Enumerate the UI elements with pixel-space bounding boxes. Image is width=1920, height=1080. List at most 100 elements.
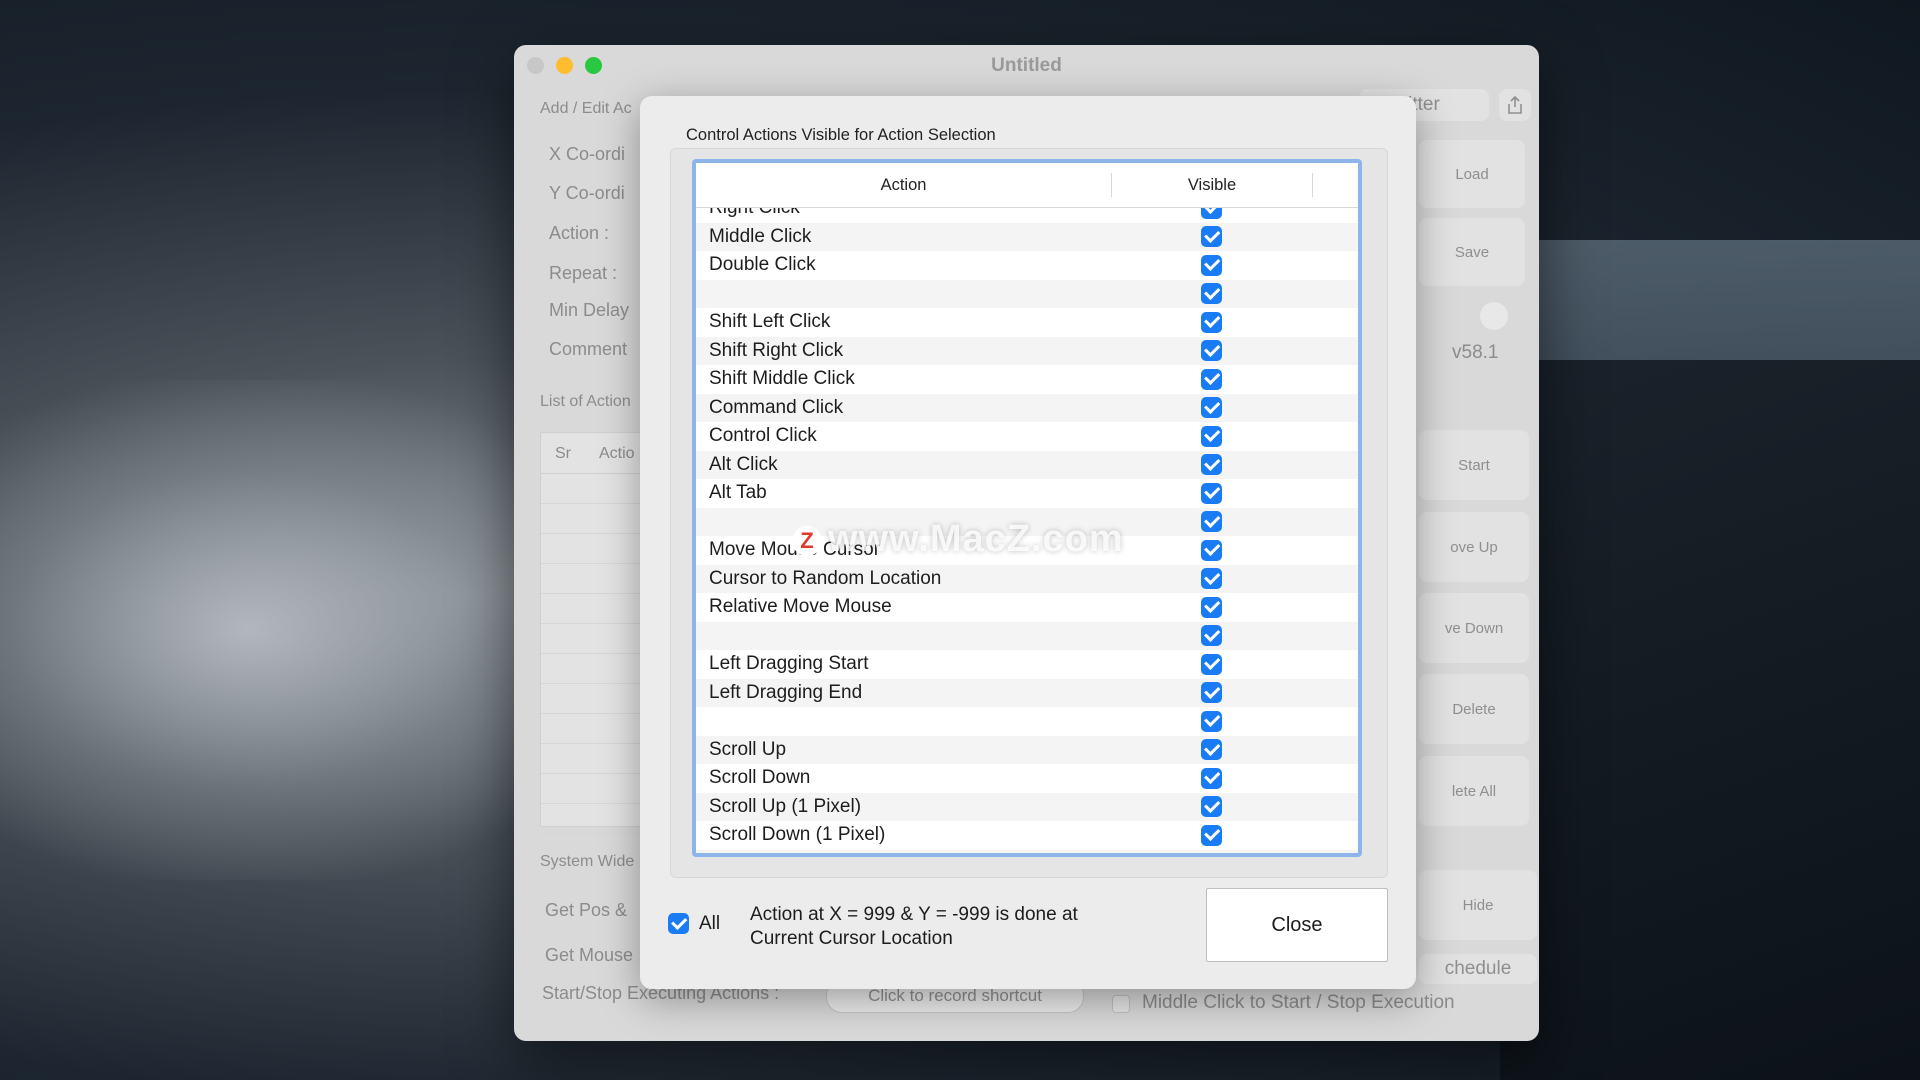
action-name-cell: Middle Click (709, 225, 812, 247)
table-row[interactable]: Command Click (696, 393, 1358, 422)
visible-cell (1111, 208, 1311, 219)
visible-cell (1111, 824, 1311, 846)
visible-cell (1111, 283, 1311, 305)
visible-checkbox[interactable] (1200, 208, 1222, 219)
visible-checkbox[interactable] (1200, 226, 1222, 248)
delete-button[interactable]: Delete (1419, 674, 1529, 744)
all-label: All (699, 913, 721, 934)
share-icon (1508, 96, 1522, 114)
list-of-actions-label: List of Action (540, 393, 631, 410)
column-header-visible[interactable]: Visible (1112, 173, 1313, 197)
action-name-cell: Relative Move Mouse (709, 596, 892, 618)
action-name-cell: Scroll Up (1 Pixel) (709, 795, 862, 817)
table-row[interactable] (696, 849, 1358, 857)
table-row[interactable]: Cursor to Random Location (696, 564, 1358, 593)
visible-checkbox[interactable] (1200, 425, 1222, 447)
visible-cell (1111, 311, 1311, 333)
visible-checkbox[interactable] (1200, 710, 1222, 732)
table-row[interactable]: Alt Tab (696, 479, 1358, 508)
hide-button[interactable]: Hide (1419, 870, 1537, 940)
table-row[interactable]: Scroll Down (696, 764, 1358, 793)
get-mouse-label: Get Mouse (545, 945, 634, 965)
visible-checkbox[interactable] (1200, 368, 1222, 390)
visible-checkbox[interactable] (1200, 682, 1222, 704)
visible-checkbox[interactable] (1201, 853, 1222, 857)
y-coordinate-label: Y Co-ordi (549, 183, 625, 203)
move-down-button[interactable]: ve Down (1419, 593, 1529, 663)
table-row[interactable]: Left Dragging Start (696, 650, 1358, 679)
visible-checkbox[interactable] (1200, 254, 1222, 276)
table-row[interactable]: Shift Middle Click (696, 365, 1358, 394)
repeat-label: Repeat : (549, 263, 618, 283)
actions-visibility-table[interactable]: Action Visible Right Click Middle Click Do… (692, 159, 1362, 857)
table-row[interactable]: Relative Move Mouse (696, 593, 1358, 622)
visible-cell (1111, 682, 1311, 704)
visible-checkbox[interactable] (1200, 596, 1222, 618)
visible-checkbox[interactable] (1200, 824, 1222, 846)
watermark-text: www.MacZ.com (828, 518, 1124, 560)
visible-checkbox[interactable] (1200, 739, 1222, 761)
visible-cell (1111, 368, 1311, 390)
visible-cell (1111, 454, 1311, 476)
visible-checkbox[interactable] (1200, 767, 1222, 789)
table-row[interactable] (696, 707, 1358, 736)
table-row[interactable] (696, 621, 1358, 650)
delete-all-button[interactable]: lete All (1419, 756, 1529, 826)
visible-checkbox[interactable] (1200, 625, 1222, 647)
toggle-knob[interactable] (1480, 302, 1508, 330)
table-row[interactable]: Shift Right Click (696, 336, 1358, 365)
move-up-button[interactable]: ove Up (1419, 512, 1529, 582)
close-button[interactable]: Close (1206, 888, 1388, 962)
visible-checkbox[interactable] (1200, 568, 1222, 590)
visible-checkbox[interactable] (1200, 283, 1222, 305)
visible-checkbox[interactable] (1200, 340, 1222, 362)
action-name-cell: Left Dragging End (709, 681, 863, 703)
table-row[interactable]: Left Dragging End (696, 678, 1358, 707)
table-row[interactable]: Scroll Up (1 Pixel) (696, 792, 1358, 821)
middle-click-checkbox[interactable] (1112, 995, 1130, 1013)
visible-checkbox[interactable] (1200, 796, 1222, 818)
action-name-cell: Scroll Down (1 Pixel) (709, 824, 886, 846)
visible-cell (1111, 796, 1311, 818)
visible-checkbox[interactable] (1200, 311, 1222, 333)
schedule-button[interactable]: chedule (1419, 954, 1537, 984)
action-name-cell: Scroll Up (709, 738, 787, 760)
system-wide-label: System Wide (540, 853, 635, 870)
table-row[interactable]: Control Click (696, 422, 1358, 451)
all-checkbox[interactable] (668, 913, 689, 934)
table-row[interactable]: Scroll Up (696, 735, 1358, 764)
visible-cell (1111, 425, 1311, 447)
action-name-cell: Alt Tab (709, 482, 767, 504)
visible-cell (1111, 739, 1311, 761)
visible-cell (1111, 397, 1311, 419)
action-name-cell: Scroll Down (709, 767, 811, 789)
visible-checkbox[interactable] (1200, 539, 1222, 561)
table-row[interactable]: Middle Click (696, 222, 1358, 251)
watermark-logo: Z (792, 526, 822, 556)
visible-checkbox[interactable] (1200, 482, 1222, 504)
table-row[interactable]: Alt Click (696, 450, 1358, 479)
action-name-cell: Alt Click (709, 453, 778, 475)
table-row[interactable]: Double Click (696, 251, 1358, 280)
visible-cell (1111, 710, 1311, 732)
action-name-cell: Left Dragging Start (709, 653, 869, 675)
get-pos-label: Get Pos & (545, 900, 628, 920)
start-button[interactable]: Start (1419, 430, 1529, 500)
save-button[interactable]: Save (1419, 218, 1525, 286)
visible-checkbox[interactable] (1200, 511, 1222, 533)
column-header-action[interactable]: Action (696, 173, 1112, 197)
actions-list-table[interactable]: Sr Actio (540, 432, 642, 834)
table-row[interactable]: Right Click (696, 208, 1358, 223)
title-bar: Untitled (514, 45, 1539, 85)
x-coordinate-label: X Co-ordi (549, 144, 626, 164)
visible-checkbox[interactable] (1200, 397, 1222, 419)
table-row[interactable] (696, 279, 1358, 308)
visible-checkbox[interactable] (1200, 454, 1222, 476)
visible-cell (1111, 767, 1311, 789)
table-row[interactable]: Scroll Down (1 Pixel) (696, 821, 1358, 850)
share-button[interactable] (1499, 89, 1531, 121)
visible-checkbox[interactable] (1200, 653, 1222, 675)
action-name-cell: Shift Right Click (709, 339, 844, 361)
table-row[interactable]: Shift Left Click (696, 308, 1358, 337)
load-button[interactable]: Load (1419, 140, 1525, 208)
